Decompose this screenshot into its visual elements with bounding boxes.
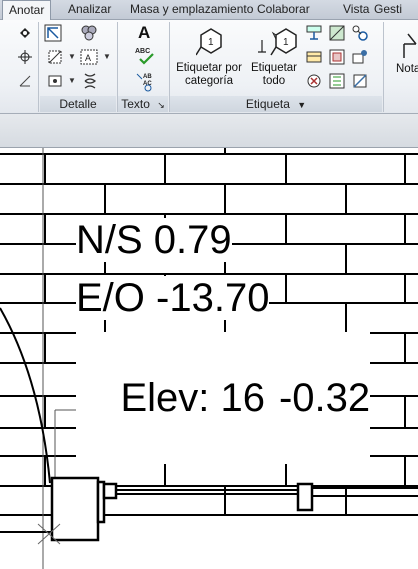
crosshair-icon[interactable] xyxy=(18,50,32,64)
insulation-icon[interactable] xyxy=(82,72,98,90)
svg-text:AB: AB xyxy=(143,74,152,80)
svg-text:1: 1 xyxy=(283,37,289,48)
zone-tag-icon[interactable] xyxy=(328,72,346,90)
tab-colaborar[interactable]: Colaborar xyxy=(251,0,316,19)
detail-line-icon[interactable] xyxy=(44,24,62,42)
tag-by-category-icon: 1 xyxy=(196,28,222,56)
tab-gestionar[interactable]: Gesti xyxy=(368,0,408,19)
svg-text:1: 1 xyxy=(208,37,214,48)
tag-all-icon: 1 xyxy=(258,28,297,56)
view-reference-icon[interactable] xyxy=(351,72,369,90)
dimension-icon[interactable] xyxy=(18,26,32,40)
revision-cloud-icon[interactable] xyxy=(46,72,64,90)
keynote-icon[interactable] xyxy=(351,24,369,42)
svg-text:A: A xyxy=(85,53,91,63)
region-icon[interactable] xyxy=(46,48,64,66)
panel-label-texto: Texto ↘ xyxy=(118,96,168,112)
beam-annotation-icon[interactable] xyxy=(305,24,323,42)
spot-coordinate-ns[interactable]: N/S 0.79 xyxy=(76,218,232,262)
ribbon: ▼ A ▼ ▼ Detalle A ABC AB AC Texto ↘ 1 Et… xyxy=(0,20,418,114)
note-block-icon xyxy=(403,33,417,58)
note-label: Nota xyxy=(396,63,418,75)
chevron-down-icon[interactable]: ▼ xyxy=(68,76,76,85)
chevron-down-icon[interactable]: ▼ xyxy=(297,100,306,110)
spot-coordinate-elev[interactable]: Elev: 16 -0.32 xyxy=(76,332,371,464)
tag-by-category-button[interactable]: 1 Etiquetar por categoría xyxy=(172,22,246,94)
svg-text:ABC: ABC xyxy=(135,48,150,55)
chevron-down-icon[interactable]: ▼ xyxy=(68,52,76,61)
text-icon[interactable]: A xyxy=(138,23,150,43)
space-tag-icon[interactable] xyxy=(351,48,369,66)
tab-analizar[interactable]: Analizar xyxy=(62,0,117,19)
panel-label-detalle: Detalle xyxy=(40,96,116,112)
tag-all-button[interactable]: 1 Etiquetar todo xyxy=(246,22,302,94)
detail-component-icon[interactable] xyxy=(80,24,98,42)
options-bar xyxy=(0,114,418,148)
drawing-canvas[interactable]: N/S 0.79 E/O -13.70 Elev: 16 -0.32 xyxy=(0,148,418,569)
find-replace-icon[interactable]: AB AC xyxy=(134,70,160,92)
slope-icon[interactable] xyxy=(18,74,32,88)
panel-label-texto-text: Texto xyxy=(121,97,150,111)
multi-category-tag-icon[interactable] xyxy=(305,72,323,90)
panel-label-etiqueta: Etiqueta ▼ xyxy=(170,96,382,112)
ribbon-tab-bar: Anotar Analizar Masa y emplazamiento Col… xyxy=(0,0,418,21)
tab-anotar[interactable]: Anotar xyxy=(2,0,52,21)
spelling-check-icon[interactable]: ABC xyxy=(134,46,160,66)
spot-coordinate-elev-a: Elev: 16 xyxy=(120,376,265,420)
chevron-down-icon[interactable]: ▼ xyxy=(103,52,111,61)
detail-group-icon[interactable]: A xyxy=(80,48,100,66)
spot-coordinate-ew[interactable]: E/O -13.70 xyxy=(76,276,270,320)
note-button[interactable]: Nota xyxy=(386,22,418,94)
tag-all-label: Etiquetar todo xyxy=(250,62,298,87)
panel-label-etiqueta-text: Etiqueta xyxy=(245,97,290,111)
tab-masa-emplazamiento[interactable]: Masa y emplazamiento xyxy=(124,0,259,19)
material-tag-icon[interactable] xyxy=(328,24,346,42)
tag-by-category-label: Etiquetar por categoría xyxy=(176,62,242,87)
dialog-launcher-icon[interactable]: ↘ xyxy=(157,100,165,110)
room-tag-icon[interactable] xyxy=(305,48,323,66)
spot-coordinate-elev-b: -0.32 xyxy=(278,376,371,420)
area-tag-icon[interactable] xyxy=(328,48,346,66)
